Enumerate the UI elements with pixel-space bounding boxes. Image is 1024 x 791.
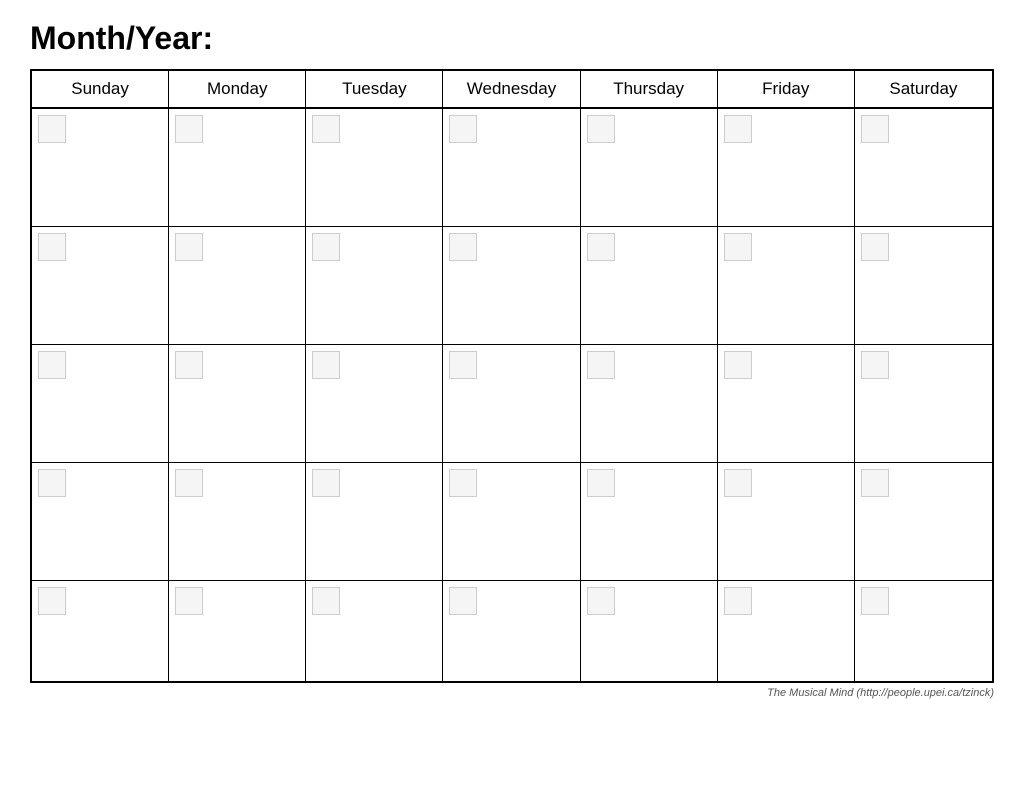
date-box xyxy=(312,233,340,261)
cell-r2-mon[interactable] xyxy=(169,227,306,344)
cell-r1-sat[interactable] xyxy=(855,109,992,226)
date-box xyxy=(175,233,203,261)
date-box xyxy=(175,469,203,497)
cell-r5-fri[interactable] xyxy=(718,581,855,681)
cell-r5-mon[interactable] xyxy=(169,581,306,681)
calendar-row-1 xyxy=(32,109,992,227)
cell-r5-tue[interactable] xyxy=(306,581,443,681)
cell-r3-mon[interactable] xyxy=(169,345,306,462)
header-wednesday: Wednesday xyxy=(443,71,580,107)
date-box xyxy=(175,351,203,379)
cell-r3-tue[interactable] xyxy=(306,345,443,462)
calendar-body xyxy=(32,109,992,681)
date-box xyxy=(861,587,889,615)
header-tuesday: Tuesday xyxy=(306,71,443,107)
date-box xyxy=(312,115,340,143)
header-thursday: Thursday xyxy=(581,71,718,107)
date-box xyxy=(587,587,615,615)
cell-r3-sat[interactable] xyxy=(855,345,992,462)
date-box xyxy=(861,351,889,379)
cell-r5-wed[interactable] xyxy=(443,581,580,681)
header-saturday: Saturday xyxy=(855,71,992,107)
footer-credit: The Musical Mind (http://people.upei.ca/… xyxy=(30,687,994,699)
date-box xyxy=(587,469,615,497)
cell-r1-wed[interactable] xyxy=(443,109,580,226)
cell-r2-fri[interactable] xyxy=(718,227,855,344)
cell-r5-sat[interactable] xyxy=(855,581,992,681)
date-box xyxy=(175,587,203,615)
date-box xyxy=(724,469,752,497)
header-sunday: Sunday xyxy=(32,71,169,107)
cell-r1-thu[interactable] xyxy=(581,109,718,226)
calendar-row-3 xyxy=(32,345,992,463)
date-box xyxy=(38,233,66,261)
date-box xyxy=(449,587,477,615)
date-box xyxy=(724,351,752,379)
cell-r4-mon[interactable] xyxy=(169,463,306,580)
cell-r5-sun[interactable] xyxy=(32,581,169,681)
calendar-row-4 xyxy=(32,463,992,581)
calendar-header: Sunday Monday Tuesday Wednesday Thursday… xyxy=(32,71,992,109)
date-box xyxy=(587,233,615,261)
date-box xyxy=(449,469,477,497)
date-box xyxy=(861,233,889,261)
cell-r1-tue[interactable] xyxy=(306,109,443,226)
cell-r3-wed[interactable] xyxy=(443,345,580,462)
date-box xyxy=(175,115,203,143)
cell-r3-sun[interactable] xyxy=(32,345,169,462)
cell-r4-wed[interactable] xyxy=(443,463,580,580)
cell-r1-mon[interactable] xyxy=(169,109,306,226)
date-box xyxy=(38,587,66,615)
cell-r2-sun[interactable] xyxy=(32,227,169,344)
cell-r3-fri[interactable] xyxy=(718,345,855,462)
header-monday: Monday xyxy=(169,71,306,107)
date-box xyxy=(724,587,752,615)
date-box xyxy=(312,351,340,379)
header-friday: Friday xyxy=(718,71,855,107)
date-box xyxy=(312,587,340,615)
cell-r4-fri[interactable] xyxy=(718,463,855,580)
cell-r4-thu[interactable] xyxy=(581,463,718,580)
cell-r1-sun[interactable] xyxy=(32,109,169,226)
page-title: Month/Year: xyxy=(30,20,994,57)
cell-r1-fri[interactable] xyxy=(718,109,855,226)
calendar-container: Sunday Monday Tuesday Wednesday Thursday… xyxy=(30,69,994,683)
cell-r4-sun[interactable] xyxy=(32,463,169,580)
cell-r2-sat[interactable] xyxy=(855,227,992,344)
date-box xyxy=(724,115,752,143)
calendar-row-5 xyxy=(32,581,992,681)
cell-r3-thu[interactable] xyxy=(581,345,718,462)
date-box xyxy=(38,469,66,497)
date-box xyxy=(449,115,477,143)
cell-r2-wed[interactable] xyxy=(443,227,580,344)
date-box xyxy=(724,233,752,261)
date-box xyxy=(861,469,889,497)
date-box xyxy=(312,469,340,497)
date-box xyxy=(861,115,889,143)
date-box xyxy=(449,233,477,261)
cell-r2-tue[interactable] xyxy=(306,227,443,344)
cell-r4-sat[interactable] xyxy=(855,463,992,580)
cell-r4-tue[interactable] xyxy=(306,463,443,580)
date-box xyxy=(449,351,477,379)
date-box xyxy=(38,351,66,379)
date-box xyxy=(587,115,615,143)
cell-r5-thu[interactable] xyxy=(581,581,718,681)
cell-r2-thu[interactable] xyxy=(581,227,718,344)
date-box xyxy=(587,351,615,379)
date-box xyxy=(38,115,66,143)
calendar-row-2 xyxy=(32,227,992,345)
